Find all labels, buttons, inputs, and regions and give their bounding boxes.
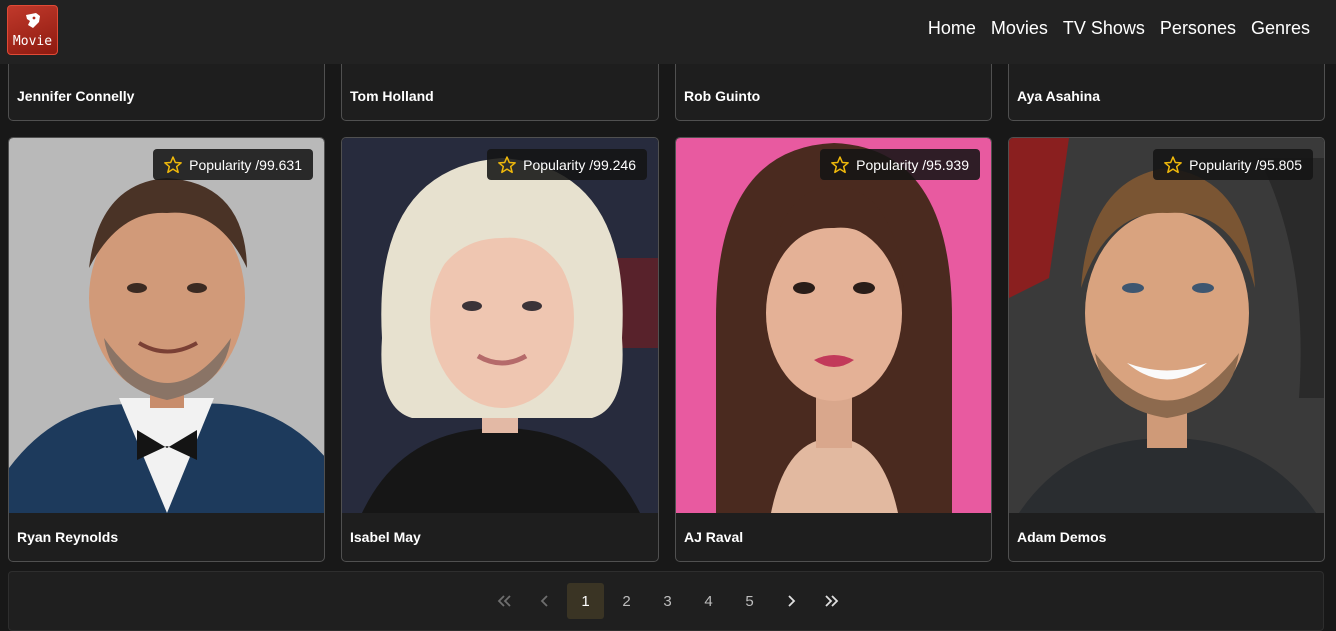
navbar: Movie Home Movies TV Shows Persones Genr… — [0, 0, 1336, 64]
popularity-value: Popularity /99.246 — [523, 156, 636, 173]
nav-movies[interactable]: Movies — [991, 18, 1048, 39]
nav-persones[interactable]: Persones — [1160, 18, 1236, 39]
person-name: Jennifer Connelly — [17, 88, 135, 104]
popularity-badge: Popularity /95.805 — [1153, 149, 1313, 180]
popularity-badge: Popularity /99.631 — [153, 149, 313, 180]
pagination: 1 2 3 4 5 — [8, 571, 1324, 631]
nav-genres[interactable]: Genres — [1251, 18, 1310, 39]
page-5-button[interactable]: 5 — [731, 583, 768, 619]
person-card[interactable]: Popularity /99.631 Ryan Reynolds — [8, 137, 325, 562]
person-photo — [342, 138, 658, 513]
page-2-button[interactable]: 2 — [608, 583, 645, 619]
prev-page-button[interactable] — [526, 583, 563, 619]
person-card[interactable]: Popularity /99.246 Isabel May — [341, 137, 659, 562]
person-photo — [1009, 138, 1324, 513]
star-icon — [164, 155, 183, 173]
double-chevron-right-icon — [824, 595, 838, 607]
person-name: Rob Guinto — [684, 88, 761, 104]
person-photo — [9, 138, 324, 513]
star-icon — [498, 155, 517, 173]
last-page-button[interactable] — [813, 583, 850, 619]
nav-links: Home Movies TV Shows Persones Genres — [928, 18, 1310, 39]
person-card[interactable]: Popularity /95.805 Adam Demos — [1008, 137, 1325, 562]
logo-mark-icon — [26, 13, 40, 28]
site-logo[interactable]: Movie — [7, 5, 58, 55]
popularity-value: Popularity /95.939 — [856, 156, 969, 173]
popularity-badge: Popularity /99.246 — [487, 149, 647, 180]
person-name: Tom Holland — [350, 88, 434, 104]
double-chevron-left-icon — [497, 595, 511, 607]
logo-text: Movie — [12, 34, 53, 49]
person-name: AJ Raval — [684, 529, 744, 545]
star-icon — [1164, 155, 1183, 173]
person-name: Isabel May — [350, 529, 421, 545]
chevron-right-icon — [787, 595, 795, 607]
page-4-button[interactable]: 4 — [690, 583, 727, 619]
person-photo — [676, 138, 991, 513]
person-name: Ryan Reynolds — [17, 529, 119, 545]
next-page-button[interactable] — [772, 583, 809, 619]
nav-tv-shows[interactable]: TV Shows — [1063, 18, 1145, 39]
nav-home[interactable]: Home — [928, 18, 976, 39]
chevron-left-icon — [540, 595, 548, 607]
person-name: Aya Asahina — [1017, 88, 1100, 104]
popularity-badge: Popularity /95.939 — [820, 149, 980, 180]
popularity-value: Popularity /95.805 — [1189, 156, 1302, 173]
person-name: Adam Demos — [1017, 529, 1107, 545]
first-page-button[interactable] — [485, 583, 522, 619]
star-icon — [831, 155, 850, 173]
popularity-value: Popularity /99.631 — [189, 156, 302, 173]
page-3-button[interactable]: 3 — [649, 583, 686, 619]
person-card[interactable]: Popularity /95.939 AJ Raval — [675, 137, 992, 562]
page-1-button[interactable]: 1 — [567, 583, 604, 619]
